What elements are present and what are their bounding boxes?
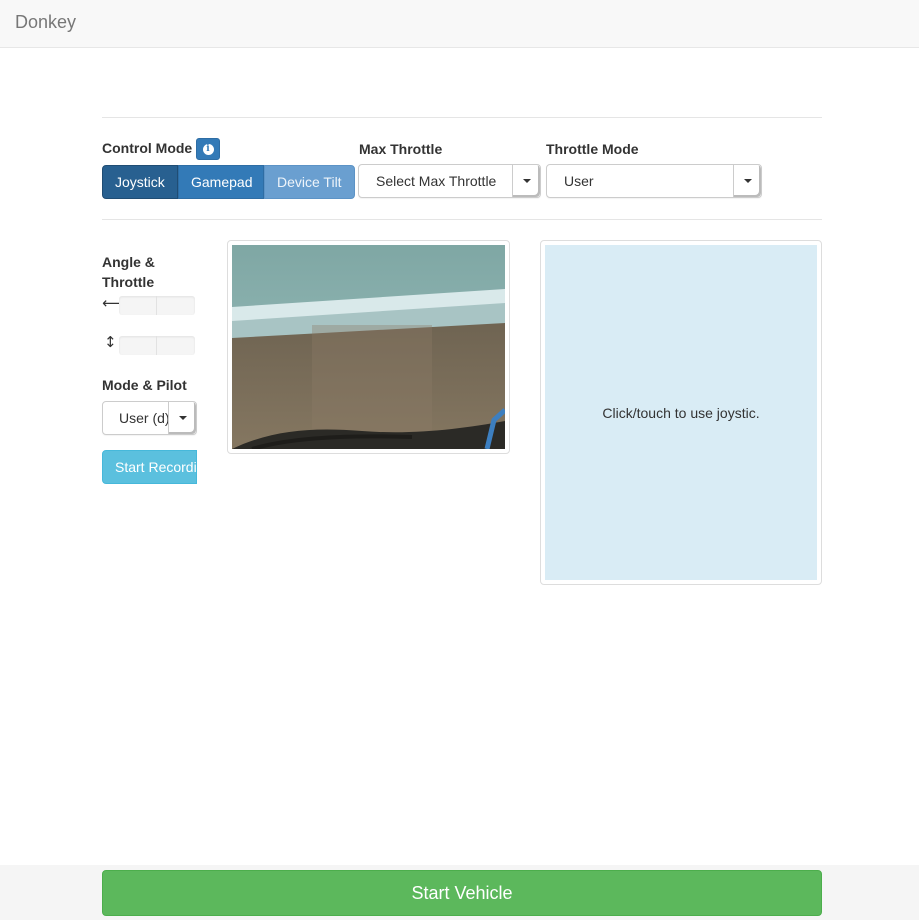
joystick-hint: Click/touch to use joystic. <box>602 404 760 421</box>
info-icon[interactable]: i <box>196 138 220 160</box>
max-throttle-caret[interactable] <box>512 165 540 197</box>
mode-pilot-label: Mode & Pilot <box>102 377 187 393</box>
chevron-down-icon <box>178 416 187 420</box>
joystick-panel: Click/touch to use joystic. <box>540 240 822 585</box>
throttle-mode-label: Throttle Mode <box>546 141 639 157</box>
start-recording-button[interactable]: Start Recording <box>102 450 197 484</box>
start-vehicle-button[interactable]: Start Vehicle <box>102 870 822 916</box>
navbar: Donkey <box>0 0 919 48</box>
throttle-slider[interactable] <box>119 336 195 355</box>
divider-top <box>102 117 822 118</box>
control-mode-group: Joystick Gamepad Device Tilt <box>102 165 355 199</box>
mode-pilot-caret[interactable] <box>168 402 196 434</box>
chevron-down-icon <box>522 179 531 183</box>
throttle-mode-value: User <box>564 173 594 189</box>
angle-throttle-label: Angle & Throttle <box>102 254 155 290</box>
max-throttle-select[interactable]: Select Max Throttle <box>358 164 541 198</box>
brand-title[interactable]: Donkey <box>15 12 76 33</box>
control-mode-label: Control Mode <box>102 140 193 156</box>
mode-pilot-value: User (d) <box>119 410 168 426</box>
device-tilt-mode-button[interactable]: Device Tilt <box>264 165 355 199</box>
throttle-mode-select[interactable]: User <box>546 164 762 198</box>
joystick-area[interactable]: Click/touch to use joystic. <box>545 245 817 580</box>
mode-pilot-select[interactable]: User (d) <box>102 401 197 435</box>
joystick-mode-button[interactable]: Joystick <box>102 165 178 199</box>
camera-feed <box>227 240 510 454</box>
max-throttle-label: Max Throttle <box>359 141 443 157</box>
throttle-mode-caret[interactable] <box>733 165 761 197</box>
up-down-arrow-icon: ↕ <box>104 333 117 351</box>
chevron-down-icon <box>743 179 752 183</box>
gamepad-mode-button[interactable]: Gamepad <box>178 165 264 199</box>
camera-image <box>232 245 505 449</box>
angle-slider[interactable] <box>119 296 195 315</box>
max-throttle-value: Select Max Throttle <box>376 173 497 189</box>
divider-middle <box>102 219 822 220</box>
